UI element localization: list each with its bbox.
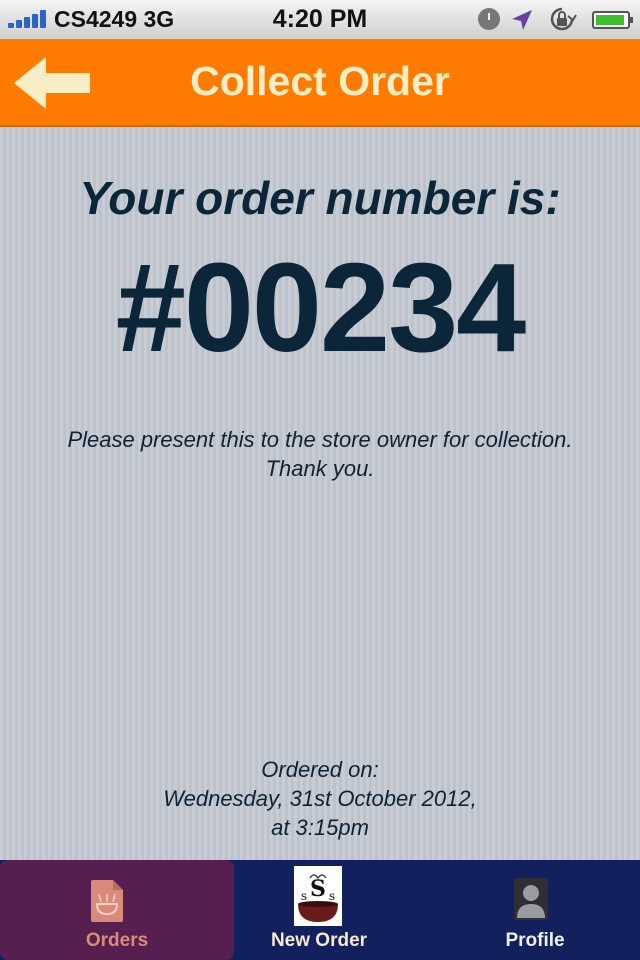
svg-text:s: s: [329, 889, 335, 903]
order-confirmation-panel: Your order number is: #00234 Please pres…: [0, 127, 640, 860]
tab-bar: Orders S s s New Order Profile: [0, 860, 640, 960]
collection-instructions: Please present this to the store owner f…: [0, 425, 640, 483]
page-title: Collect Order: [190, 58, 450, 104]
status-bar: CS4249 3G 4:20 PM: [0, 0, 640, 40]
order-number: #00234: [115, 237, 526, 378]
tab-label-new-order: New Order: [270, 930, 368, 951]
instructions-line: Please present this to the store owner f…: [67, 427, 573, 452]
ordered-on-time: at 3:15pm: [271, 815, 369, 840]
svg-text:S: S: [310, 876, 326, 902]
rotation-lock-icon: [550, 7, 577, 31]
tab-label-profile: Profile: [505, 930, 565, 951]
nav-bar: Collect Order: [0, 40, 640, 127]
alarm-icon: [478, 8, 500, 30]
tab-orders[interactable]: Orders: [0, 860, 234, 960]
battery-icon: [592, 11, 633, 29]
new-order-icon: S s s: [294, 866, 342, 926]
order-heading: Your order number is:: [79, 172, 561, 224]
status-time: 4:20 PM: [272, 5, 368, 33]
tab-profile[interactable]: Profile: [430, 860, 640, 960]
ordered-on-info: Ordered on: Wednesday, 31st October 2012…: [0, 755, 640, 842]
ordered-on-label: Ordered on:: [261, 757, 379, 782]
profile-icon: [514, 878, 548, 920]
svg-text:s: s: [301, 889, 307, 903]
tab-label-orders: Orders: [85, 930, 149, 951]
tab-new-order[interactable]: S s s New Order: [234, 860, 404, 960]
orders-icon: [91, 880, 123, 922]
location-icon: [512, 10, 532, 30]
thank-you-line: Thank you.: [265, 456, 375, 481]
ordered-on-date: Wednesday, 31st October 2012,: [163, 786, 477, 811]
